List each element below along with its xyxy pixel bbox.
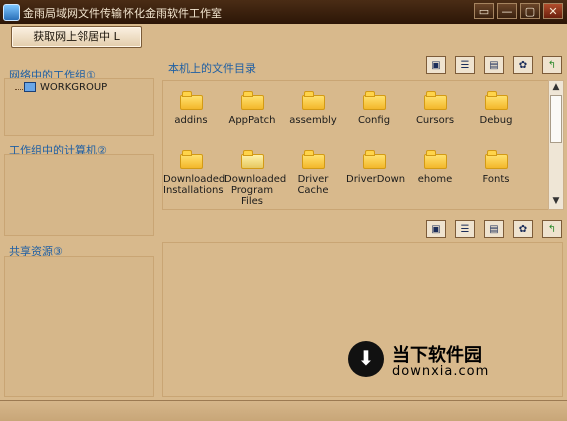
- close-button[interactable]: ✕: [543, 3, 563, 19]
- large-icons-icon[interactable]: ▣: [426, 56, 446, 74]
- details-view-icon[interactable]: ▤: [484, 220, 504, 238]
- folder-label: Fonts: [482, 174, 510, 185]
- folder-open-icon: [240, 150, 264, 169]
- file-list[interactable]: addins AppPatch assembly Config Cursors …: [162, 80, 548, 210]
- folder-icon: [484, 91, 508, 110]
- folder-item[interactable]: ehome: [407, 150, 463, 185]
- folder-icon: [301, 91, 325, 110]
- computer-icon: [24, 82, 36, 92]
- top-toolbar: ▣ ☰ ▤ ✿ ↰: [426, 56, 562, 74]
- folder-item[interactable]: Cursors: [407, 91, 463, 126]
- folder-icon: [179, 150, 203, 169]
- window-controls: ▭ — ▢ ✕: [474, 3, 563, 19]
- folder-item[interactable]: addins: [163, 91, 219, 126]
- window-title: 金雨局域网文件传输: [23, 7, 122, 20]
- folder-label: assembly: [289, 115, 337, 126]
- folder-label: addins: [174, 115, 208, 126]
- folder-label: Downloaded Program Files: [224, 174, 287, 207]
- file-list-scrollbar[interactable]: ▲ ▼: [548, 80, 564, 210]
- folder-label: Cursors: [415, 115, 455, 126]
- status-bar: [0, 400, 567, 421]
- workgroup-item[interactable]: WORKGROUP: [40, 82, 107, 93]
- up-folder-icon[interactable]: ↰: [542, 56, 562, 74]
- bottom-toolbar: ▣ ☰ ▤ ✿ ↰: [426, 220, 562, 238]
- details-view-icon[interactable]: ▤: [484, 56, 504, 74]
- folder-icon: [362, 91, 386, 110]
- folder-label: AppPatch: [228, 115, 276, 126]
- watermark-url: downxia.com: [392, 364, 490, 379]
- folder-label: ehome: [417, 174, 453, 185]
- scroll-up-icon[interactable]: ▲: [549, 81, 563, 95]
- scroll-thumb[interactable]: [550, 95, 562, 143]
- folder-icon: [179, 91, 203, 110]
- folder-item[interactable]: Downloaded Program Files: [224, 150, 286, 207]
- scroll-down-icon[interactable]: ▼: [549, 195, 563, 209]
- folder-label: Config: [357, 115, 391, 126]
- folder-label: Debug: [479, 115, 513, 126]
- title-bar: 金雨局域网文件传输 怀化金雨软件工作室 ▭ — ▢ ✕: [0, 0, 567, 24]
- folder-item[interactable]: AppPatch: [224, 91, 280, 126]
- app-icon: [3, 4, 20, 21]
- color-icon[interactable]: ✿: [513, 220, 533, 238]
- watermark: ⬇ 当下软件园 downxia.com: [348, 336, 498, 382]
- tree-connector: [15, 89, 23, 90]
- local-directory-title: 本机上的文件目录: [168, 62, 256, 75]
- list-view-icon[interactable]: ☰: [455, 56, 475, 74]
- folder-item[interactable]: Debug: [468, 91, 524, 126]
- list-view-icon[interactable]: ☰: [455, 220, 475, 238]
- folder-item[interactable]: Driver Cache: [285, 150, 341, 196]
- folder-label: DriverDown: [346, 174, 406, 185]
- maximize-button[interactable]: ▢: [520, 3, 540, 19]
- folder-icon: [362, 150, 386, 169]
- folder-item[interactable]: Downloaded Installations: [163, 150, 225, 196]
- folder-item[interactable]: DriverDown: [346, 150, 406, 185]
- folder-icon: [423, 91, 447, 110]
- shares-panel[interactable]: [4, 256, 154, 397]
- folder-icon: [301, 150, 325, 169]
- download-icon: ⬇: [348, 341, 384, 377]
- restore-button[interactable]: ▭: [474, 3, 494, 19]
- color-icon[interactable]: ✿: [513, 56, 533, 74]
- minimize-button[interactable]: —: [497, 3, 517, 19]
- folder-item[interactable]: Config: [346, 91, 402, 126]
- folder-icon: [240, 91, 264, 110]
- folder-item[interactable]: assembly: [285, 91, 341, 126]
- get-network-neighborhood-button[interactable]: 获取网上邻居中 L: [11, 26, 142, 48]
- folder-item[interactable]: Fonts: [468, 150, 524, 185]
- window-vendor: 怀化金雨软件工作室: [123, 7, 222, 20]
- large-icons-icon[interactable]: ▣: [426, 220, 446, 238]
- folder-label: Downloaded Installations: [163, 174, 226, 196]
- folder-icon: [484, 150, 508, 169]
- up-folder-icon[interactable]: ↰: [542, 220, 562, 238]
- computers-panel[interactable]: [4, 154, 154, 236]
- folder-label: Driver Cache: [297, 174, 329, 196]
- folder-icon: [423, 150, 447, 169]
